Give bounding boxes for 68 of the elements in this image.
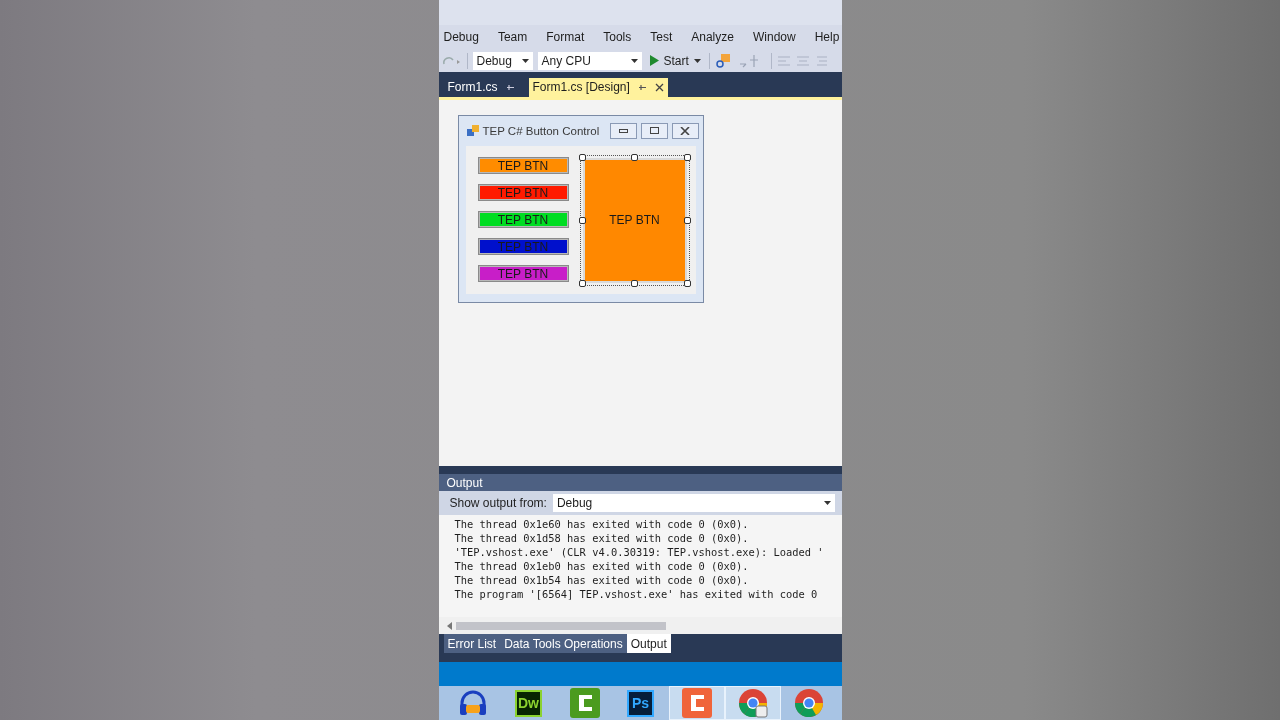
- caret-icon[interactable]: [693, 58, 701, 63]
- configuration-dropdown[interactable]: Debug: [472, 51, 533, 70]
- resize-handle[interactable]: [631, 279, 638, 287]
- pin-icon[interactable]: [505, 82, 515, 92]
- camtasia-icon: [569, 688, 600, 718]
- menu-item[interactable]: Tools: [603, 30, 640, 45]
- document-tab[interactable]: Form1.cs [Design]: [528, 77, 668, 97]
- caret-icon[interactable]: [823, 501, 831, 506]
- platform-dropdown[interactable]: Any CPU: [537, 51, 642, 70]
- scroll-left-icon[interactable]: [446, 621, 452, 630]
- resize-handle[interactable]: [631, 153, 638, 161]
- maximize-button[interactable]: [640, 122, 668, 139]
- minimize-icon: [618, 128, 628, 133]
- menu-item[interactable]: Help: [814, 30, 842, 45]
- resize-handle[interactable]: [578, 279, 586, 287]
- pin-icon[interactable]: [637, 82, 647, 92]
- menu-item[interactable]: Test: [650, 30, 681, 45]
- output-line: The program '[6564] TEP.vshost.exe' has exited with code 0: [454, 587, 819, 602]
- output-line: The thread 0x1b54 has exited with code 0 (0x0).: [454, 573, 750, 588]
- dreamweaver-icon: Dw: [515, 689, 542, 717]
- resize-handle[interactable]: [683, 216, 691, 224]
- menu-item[interactable]: Window: [752, 30, 804, 45]
- minimize-button[interactable]: [609, 122, 637, 139]
- taskbar-button[interactable]: Ps: [612, 686, 669, 720]
- menu-item[interactable]: Analyze: [691, 30, 742, 45]
- resize-handle[interactable]: [578, 216, 586, 224]
- caret-icon[interactable]: [521, 58, 529, 63]
- start-button[interactable]: Start: [646, 53, 704, 68]
- headphones-icon: [458, 690, 487, 716]
- maximize-icon: [649, 127, 659, 135]
- output-line: The thread 0x1e60 has exited with code 0 (0x0).: [454, 517, 750, 532]
- color-button[interactable]: TEP BTN: [477, 156, 569, 174]
- menu-item[interactable]: Team: [497, 30, 536, 45]
- show-output-label: Show output from:: [449, 496, 547, 511]
- close-icon: [680, 126, 690, 135]
- color-button[interactable]: TEP BTN: [477, 264, 569, 282]
- close-button[interactable]: [671, 122, 699, 139]
- output-line: The thread 0x1d58 has exited with code 0 (0x0).: [454, 531, 750, 546]
- taskbar-button[interactable]: [724, 686, 781, 720]
- taskbar-button[interactable]: Dw: [500, 686, 557, 720]
- panel-tab[interactable]: Data Tools Operations: [500, 634, 627, 654]
- play-icon: [649, 55, 659, 67]
- close-icon[interactable]: [654, 82, 664, 92]
- resize-handle[interactable]: [683, 153, 691, 161]
- panel-title: Output: [446, 475, 483, 490]
- form-icon: [466, 125, 479, 137]
- color-button[interactable]: TEP BTN: [477, 183, 569, 201]
- large-button[interactable]: TEP BTN: [582, 157, 687, 283]
- camtasia-icon: [681, 688, 712, 718]
- chrome-icon: [737, 688, 768, 718]
- output-line: 'TEP.vshost.exe' (CLR v4.0.30319: TEP.vshost.exe): Loaded ': [454, 545, 825, 560]
- panel-tab[interactable]: Error List: [443, 634, 501, 654]
- menu-item[interactable]: Format: [546, 30, 593, 45]
- scrollbar-thumb[interactable]: [455, 621, 666, 630]
- output-source-dropdown[interactable]: Debug: [552, 494, 835, 513]
- menu-item[interactable]: Debug: [443, 30, 487, 45]
- caret-icon[interactable]: [630, 58, 638, 63]
- document-tab[interactable]: Form1.cs: [443, 77, 519, 97]
- search-icon[interactable]: [714, 52, 731, 69]
- taskbar-button[interactable]: [668, 686, 725, 720]
- photoshop-icon: Ps: [627, 689, 654, 717]
- chrome-icon: [793, 688, 824, 718]
- color-button[interactable]: TEP BTN: [477, 210, 569, 228]
- resize-handle[interactable]: [683, 279, 691, 287]
- output-line: The thread 0x1eb0 has exited with code 0 (0x0).: [454, 559, 750, 574]
- form-title: TEP C# Button Control: [482, 124, 601, 137]
- panel-tab[interactable]: Output: [626, 634, 671, 654]
- resize-handle[interactable]: [578, 153, 586, 161]
